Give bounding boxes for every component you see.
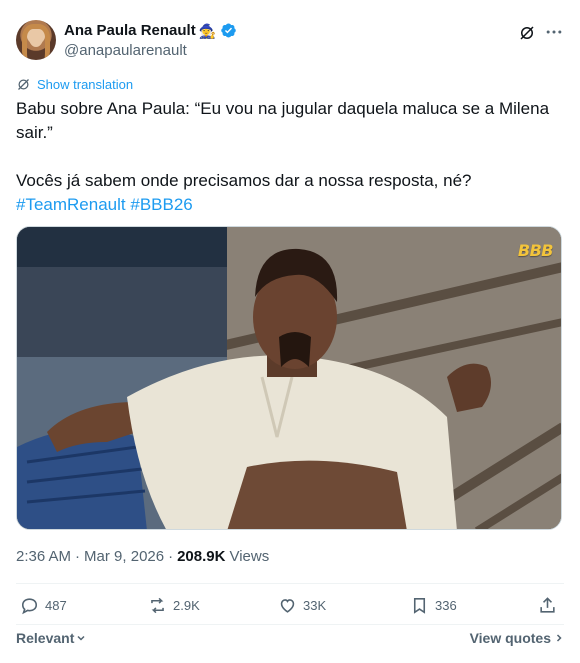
media-scene: [17, 227, 561, 529]
hashtag-teamrenault[interactable]: #TeamRenault: [16, 195, 126, 214]
view-quotes-link[interactable]: View quotes: [470, 630, 564, 646]
replies-toolbar: Relevant View quotes: [16, 628, 564, 650]
tweet-date[interactable]: Mar 9, 2026: [84, 548, 164, 565]
divider-top: [16, 583, 564, 584]
chevron-down-icon: [77, 635, 85, 641]
bookmark-icon: [413, 597, 426, 614]
show-translation-link[interactable]: Show translation: [16, 77, 133, 92]
views-count: 208.9K: [177, 548, 226, 565]
share-icon: [540, 597, 555, 613]
chevron-right-icon: [556, 634, 562, 642]
share-button[interactable]: [538, 596, 557, 615]
tweet-line-2: Vocês já sabem onde precisamos dar a nos…: [16, 171, 472, 190]
name-row: Ana Paula Renault 🧙‍♀️: [64, 22, 237, 39]
tweet-text: Babu sobre Ana Paula: “Eu vou na jugular…: [16, 97, 564, 217]
views-label: Views: [229, 548, 270, 565]
tweet-time[interactable]: 2:36 AM: [16, 548, 71, 565]
display-name[interactable]: Ana Paula Renault: [64, 22, 196, 39]
like-button[interactable]: 33K: [278, 596, 326, 615]
repost-icon: [151, 597, 164, 614]
repost-count: 2.9K: [173, 598, 200, 613]
grok-icon[interactable]: [518, 24, 536, 42]
divider-bottom: [16, 624, 564, 625]
reply-count: 487: [45, 598, 67, 613]
bbb-logo: BBB: [517, 241, 554, 260]
like-count: 33K: [303, 598, 327, 613]
show-translation-label: Show translation: [37, 77, 134, 92]
tweet-meta: 2:36 AM · Mar 9, 2026 · 208.9K Views: [16, 548, 269, 565]
sort-replies-dropdown[interactable]: Relevant: [16, 630, 86, 646]
translate-icon: [18, 79, 29, 90]
repost-button[interactable]: 2.9K: [148, 596, 200, 615]
view-quotes-label: View quotes: [469, 630, 551, 646]
more-icon[interactable]: [544, 22, 564, 42]
wizard-emoji-icon: 🧙‍♀️: [198, 22, 217, 39]
tweet-actions: 487 2.9K 33K 336: [16, 592, 564, 622]
avatar-face: [29, 29, 43, 47]
meta-separator-2: ·: [168, 548, 174, 565]
tweet-media-image[interactable]: BBB: [16, 226, 562, 530]
meta-separator: ·: [75, 548, 81, 565]
tweet-hashtags: #TeamRenault #BBB26: [16, 193, 564, 217]
heart-icon: [280, 599, 295, 613]
tweet-header: Ana Paula Renault 🧙‍♀️ @anapaularenault: [16, 18, 564, 62]
reply-icon: [21, 598, 38, 615]
verified-badge-icon[interactable]: [220, 22, 237, 39]
hashtag-bbb26[interactable]: #BBB26: [130, 195, 192, 214]
bookmark-count: 336: [435, 598, 457, 613]
reply-button[interactable]: 487: [20, 596, 67, 615]
avatar[interactable]: [16, 20, 56, 60]
sort-label: Relevant: [16, 630, 75, 646]
tweet-line-1: Babu sobre Ana Paula: “Eu vou na jugular…: [16, 99, 550, 142]
bookmark-button[interactable]: 336: [410, 596, 457, 615]
handle[interactable]: @anapaularenault: [64, 42, 187, 59]
